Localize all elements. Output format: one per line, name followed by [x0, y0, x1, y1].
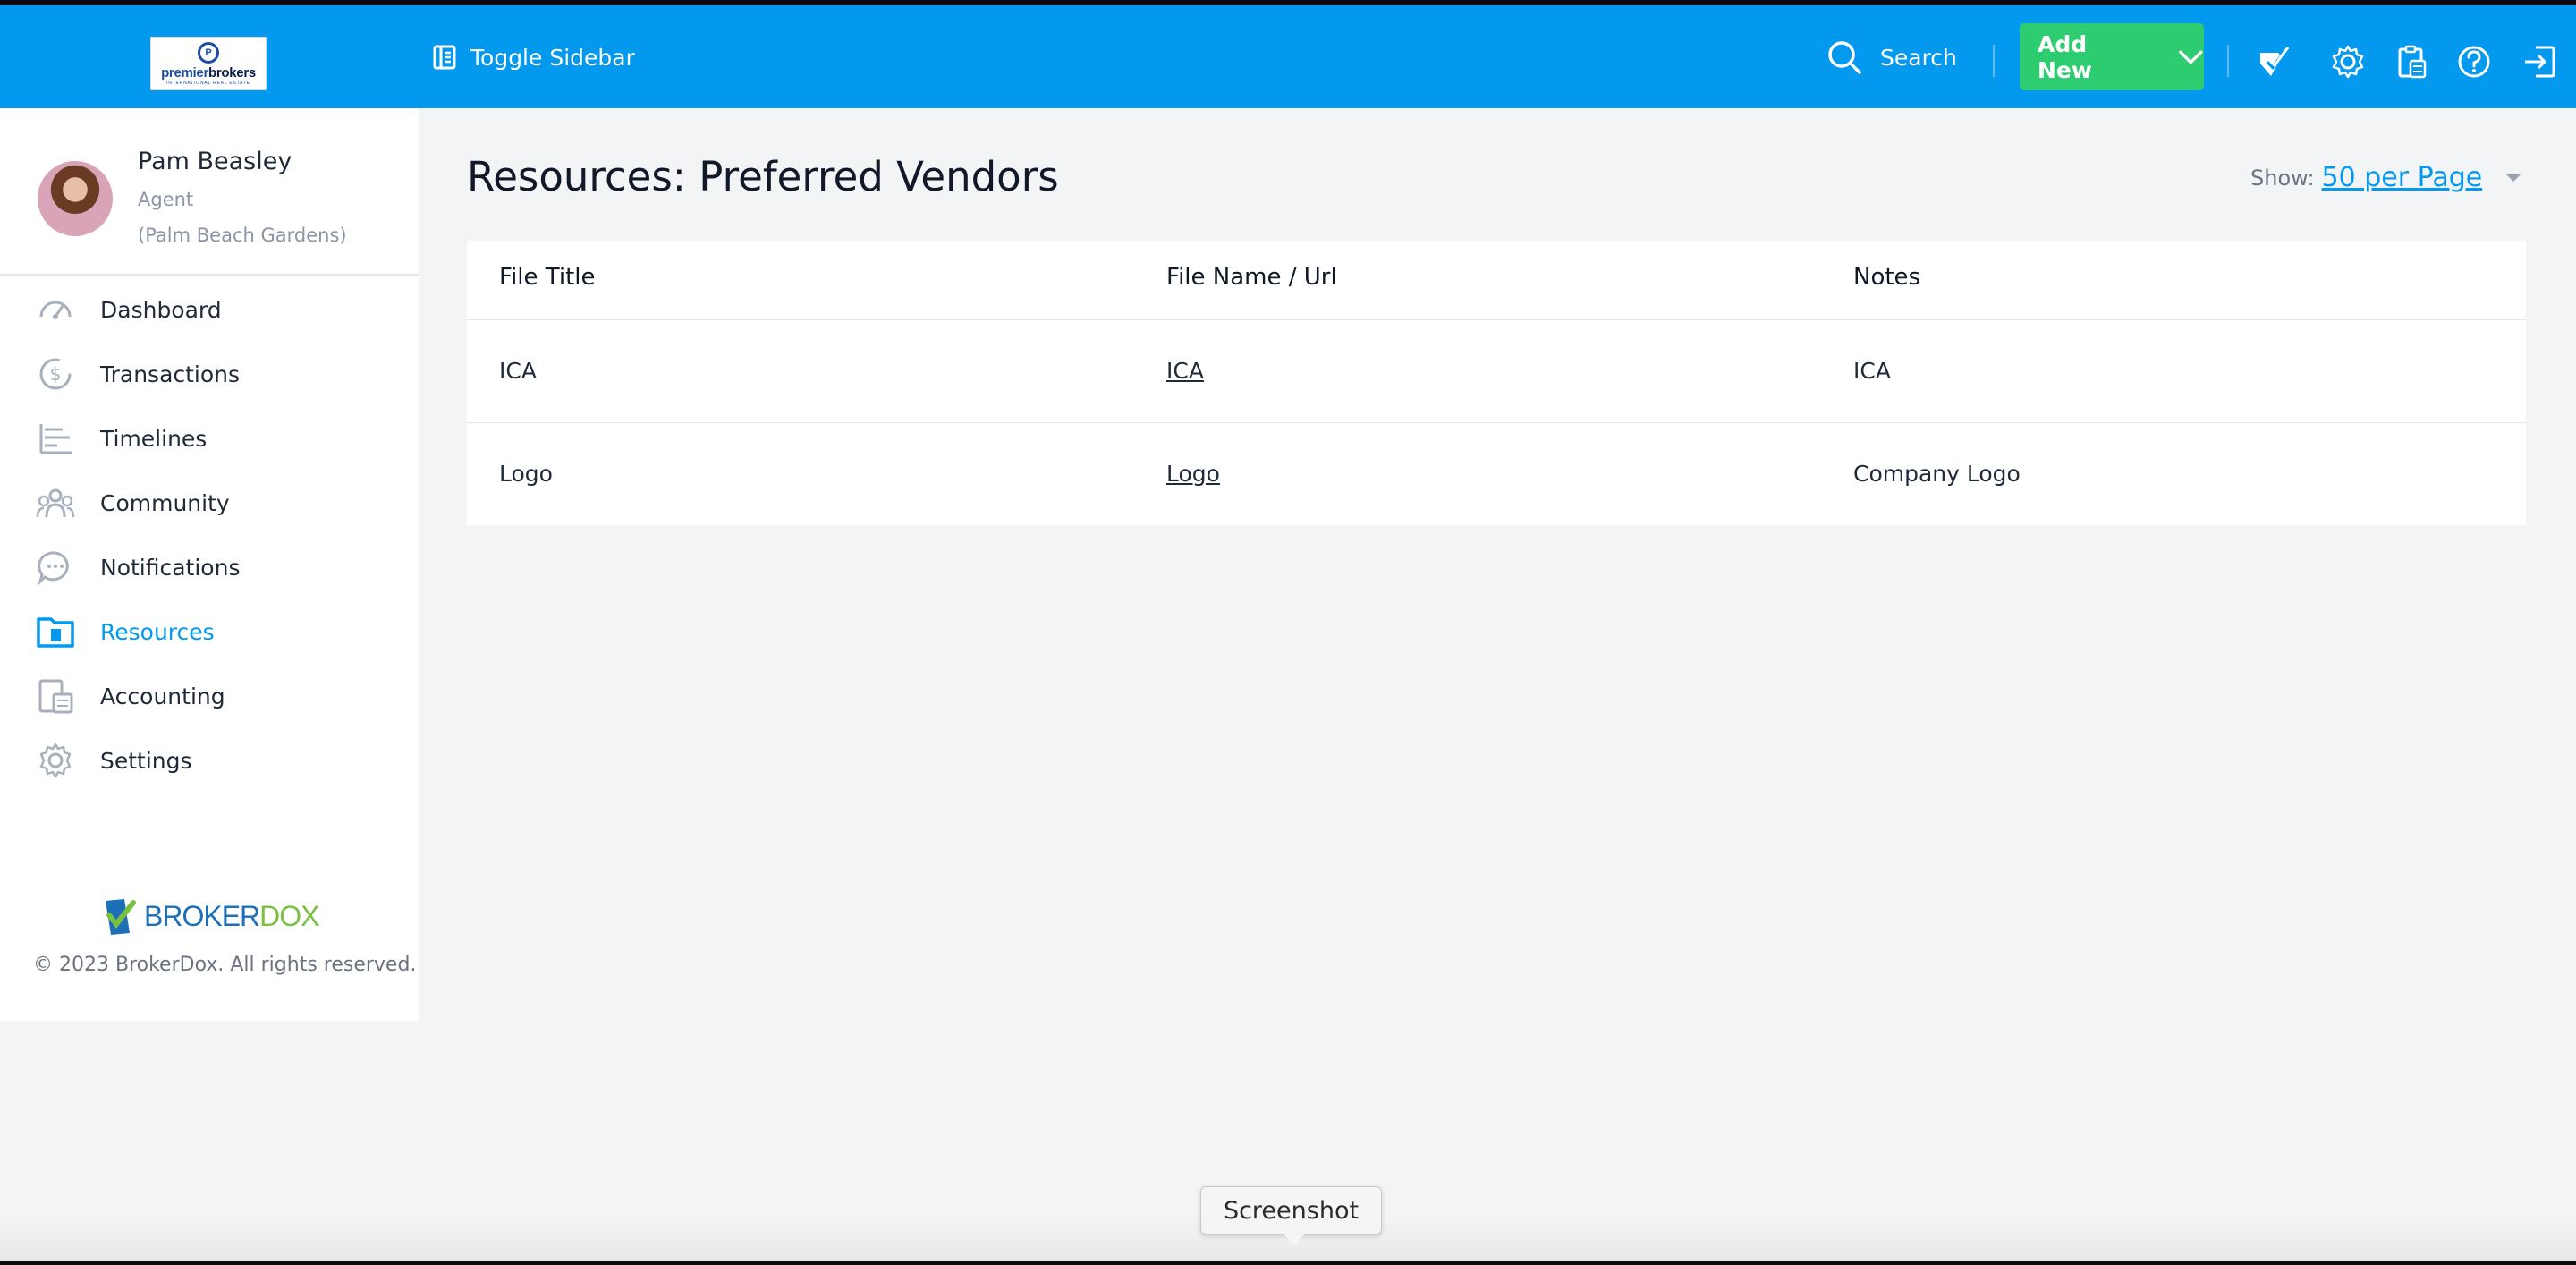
sidebar-item-community[interactable]: Community [36, 480, 394, 525]
top-navbar: P premierbrokers INTERNATIONAL REAL ESTA… [0, 5, 2576, 108]
header-divider [1993, 45, 1995, 77]
brokerdox-mark-icon [106, 899, 136, 935]
logo-word-a: premier [161, 64, 208, 81]
speedometer-icon [36, 290, 75, 329]
gear-icon [36, 741, 75, 780]
sidebar-item-label: Timelines [100, 425, 208, 452]
brand-word-a: BROKER [144, 899, 260, 932]
toggle-sidebar-label: Toggle Sidebar [470, 44, 635, 71]
sidebar-item-label: Accounting [100, 683, 225, 709]
column-header-notes: Notes [1853, 264, 1921, 291]
svg-text:$: $ [50, 363, 62, 385]
people-icon [36, 483, 75, 522]
show-label: Show: [2250, 165, 2315, 191]
cell-file-title: Logo [499, 461, 553, 487]
cell-file-link[interactable]: ICA [1166, 358, 1204, 384]
screenshot-tooltip: Screenshot [1200, 1186, 1382, 1246]
chevron-down-icon [2179, 50, 2203, 64]
add-new-button[interactable]: Add New [2020, 23, 2204, 90]
sidebar-item-transactions[interactable]: $ Transactions [36, 352, 394, 396]
sidebar-item-label: Dashboard [100, 296, 222, 323]
sidebar-item-settings[interactable]: Settings [36, 738, 394, 783]
logo-tagline: INTERNATIONAL REAL ESTATE [166, 80, 250, 86]
sidebar-item-label: Resources [100, 618, 215, 645]
column-header-file-name: File Name / Url [1166, 264, 1337, 291]
sidebar-item-resources[interactable]: Resources [36, 609, 394, 654]
calculator-icon [36, 676, 75, 716]
timeline-icon [36, 419, 75, 458]
header-divider [2227, 45, 2229, 77]
logout-icon[interactable] [2521, 43, 2558, 81]
sidebar: Pam Beasley Agent (Palm Beach Gardens) D… [0, 108, 419, 1021]
table-row: ICA ICA ICA [467, 320, 2526, 423]
search-label: Search [1880, 44, 1957, 71]
avatar[interactable] [38, 161, 113, 236]
cell-file-link[interactable]: Logo [1166, 461, 1220, 487]
page-title: Resources: Preferred Vendors [467, 153, 1059, 200]
calculator-clipboard-icon[interactable] [2393, 43, 2430, 81]
sidebar-item-accounting[interactable]: Accounting [36, 674, 394, 718]
gear-icon[interactable] [2329, 43, 2367, 81]
logo-word-b: brokers [208, 64, 256, 81]
per-page-selector[interactable]: Show: 50 per Page [2250, 162, 2522, 193]
profile-role: Agent [138, 189, 194, 210]
search-icon [1828, 41, 1861, 74]
cell-notes: Company Logo [1853, 461, 2021, 487]
window-bottom-edge [0, 1261, 2576, 1265]
cell-file-title: ICA [499, 358, 537, 384]
dollar-icon: $ [36, 354, 75, 394]
sidebar-item-timelines[interactable]: Timelines [36, 416, 394, 461]
toggle-sidebar-button[interactable]: Toggle Sidebar [433, 41, 635, 73]
sidebar-item-label: Transactions [100, 361, 241, 387]
premier-brokers-logo[interactable]: P premierbrokers INTERNATIONAL REAL ESTA… [150, 37, 267, 90]
copyright: © 2023 BrokerDox. All rights reserved. [33, 954, 417, 976]
table-header-row: File Title File Name / Url Notes [467, 241, 2526, 320]
sidebar-item-label: Notifications [100, 554, 241, 581]
chat-bubble-icon [36, 548, 75, 587]
brand-word-b: DOX [259, 899, 319, 932]
profile-name: Pam Beasley [138, 148, 292, 175]
sidebar-item-label: Community [100, 489, 230, 516]
logo-mark-icon: P [198, 41, 219, 64]
search-button[interactable]: Search [1826, 39, 1957, 75]
sidebar-toggle-icon [433, 45, 456, 70]
resources-table: File Title File Name / Url Notes ICA ICA… [467, 241, 2526, 525]
column-header-file-title: File Title [499, 264, 596, 291]
sidebar-item-dashboard[interactable]: Dashboard [36, 287, 394, 332]
checklist-icon[interactable] [2254, 43, 2292, 81]
add-new-label: Add New [2038, 30, 2092, 83]
folder-icon [36, 612, 75, 651]
table-row: Logo Logo Company Logo [467, 423, 2526, 525]
caret-down-icon [2505, 174, 2522, 182]
user-profile: Pam Beasley Agent (Palm Beach Gardens) [0, 108, 419, 276]
brokerdox-logo: BROKER DOX [103, 897, 319, 935]
main-content: Resources: Preferred Vendors Show: 50 pe… [419, 108, 2576, 1265]
profile-office: (Palm Beach Gardens) [138, 225, 347, 246]
sidebar-item-label: Settings [100, 747, 192, 774]
sidebar-item-notifications[interactable]: Notifications [36, 545, 394, 590]
per-page-value[interactable]: 50 per Page [2322, 162, 2483, 193]
help-icon[interactable] [2455, 43, 2493, 81]
cell-notes: ICA [1853, 358, 1891, 384]
